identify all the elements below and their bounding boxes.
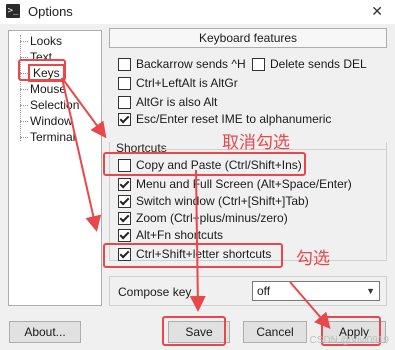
watermark: CSDN @Vivi0919 — [309, 335, 389, 346]
annotation-arrows — [61, 77, 331, 330]
